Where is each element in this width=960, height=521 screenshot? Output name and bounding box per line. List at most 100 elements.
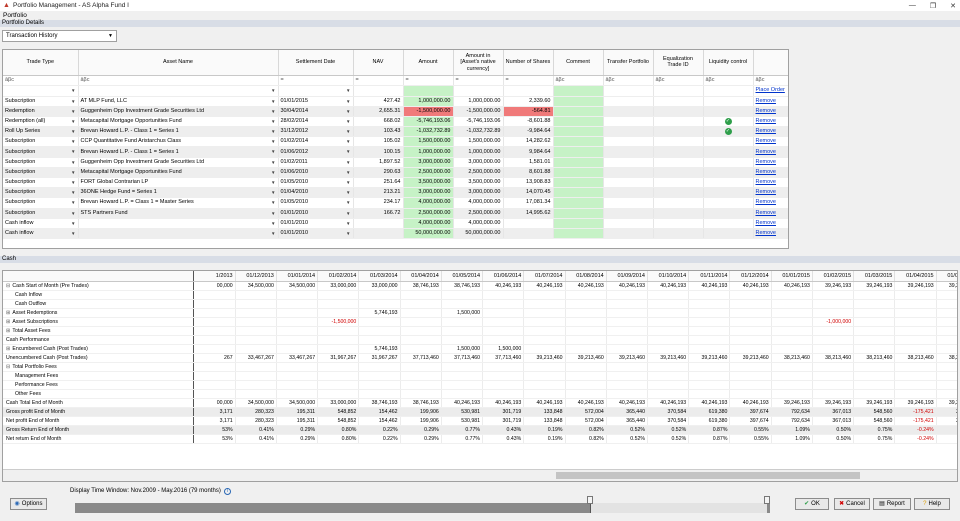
- trade-cell-asset[interactable]: Metacapital Mortgage Opportunities Fund ▼: [78, 167, 279, 179]
- trade-cell-amount[interactable]: 3,500,000.00: [403, 177, 454, 189]
- filter-cell[interactable]: āβc: [78, 75, 279, 86]
- expand-toggle-icon[interactable]: ⊟: [6, 283, 10, 289]
- column-header[interactable]: Equalization Trade ID: [653, 50, 704, 76]
- expand-toggle-icon[interactable]: ⊞: [6, 319, 10, 325]
- trade-cell-asset[interactable]: ▼: [78, 228, 279, 240]
- trade-row[interactable]: Cash inflow ▼ ▼ 01/01/2010 ▼ 4,000,000.00 4,00…: [3, 218, 788, 229]
- slider-start-handle[interactable]: [586, 496, 593, 504]
- cash-horizontal-scrollbar[interactable]: [3, 469, 957, 481]
- trade-row[interactable]: Subscription ▼ STS Partners Fund ▼ 01/01/201…: [3, 208, 788, 219]
- trade-cell-native[interactable]: -5,746,193.06: [453, 116, 504, 128]
- new-trade-cell[interactable]: [553, 85, 604, 97]
- trade-cell-transfer[interactable]: [603, 167, 654, 179]
- trade-cell-asset[interactable]: CCP Quantitative Fund Aristarchus Class ▼: [78, 136, 279, 148]
- column-header[interactable]: Amount in [Asset's native currency]: [453, 50, 504, 76]
- trade-cell-native[interactable]: 2,500,000.00: [453, 167, 504, 179]
- new-trade-cell[interactable]: [503, 85, 554, 97]
- filter-cell[interactable]: āβc: [603, 75, 654, 86]
- column-header[interactable]: Asset Name: [78, 50, 279, 76]
- trade-row[interactable]: Subscription ▼ Brevan Howard L.P. = Class …: [3, 197, 788, 209]
- trade-cell-transfer[interactable]: [603, 187, 654, 199]
- trade-row[interactable]: Redemption ▼ Guggenheim Opp Investment Gra…: [3, 106, 788, 117]
- minimize-button[interactable]: —: [909, 2, 916, 9]
- trade-cell-nav[interactable]: 1,897.52: [353, 157, 404, 168]
- trade-cell-transfer[interactable]: [603, 157, 654, 168]
- trade-cell-nav[interactable]: 234.17: [353, 197, 404, 209]
- place-order-link[interactable]: Place Order: [756, 87, 785, 93]
- trade-cell-native[interactable]: 4,000,000.00: [453, 218, 504, 229]
- trade-cell-native[interactable]: 3,000,000.00: [453, 187, 504, 199]
- trade-cell-native[interactable]: -1,032,732.89: [453, 126, 504, 138]
- remove-link[interactable]: Remove: [756, 108, 776, 114]
- trade-cell-amount[interactable]: 1,500,000.00: [403, 136, 454, 148]
- filter-cell[interactable]: āβc: [3, 75, 79, 86]
- trade-cell-type[interactable]: Roll Up Series ▼: [3, 126, 79, 138]
- trade-cell-asset[interactable]: 36ONE Hedge Fund = Series 1 ▼: [78, 187, 279, 199]
- trade-cell-nav[interactable]: [353, 228, 404, 240]
- info-icon[interactable]: i: [224, 488, 231, 495]
- help-button[interactable]: ? Help: [914, 498, 950, 510]
- trade-cell-date[interactable]: 01/01/2015 ▼: [278, 96, 354, 107]
- trade-cell-comment[interactable]: [553, 177, 604, 189]
- scrollbar-thumb[interactable]: [556, 472, 860, 479]
- trade-cell-asset[interactable]: FORT Global Contrarian LP ▼: [78, 177, 279, 189]
- trade-cell-nav[interactable]: 166.72: [353, 208, 404, 219]
- expand-toggle-icon[interactable]: ⊟: [6, 364, 10, 370]
- trade-row[interactable]: Subscription ▼ CCP Quantitative Fund Arist…: [3, 136, 788, 148]
- trade-cell-date[interactable]: 01/02/2011 ▼: [278, 157, 354, 168]
- column-header[interactable]: Number of Shares: [503, 50, 554, 76]
- remove-link[interactable]: Remove: [756, 199, 776, 205]
- new-trade-cell[interactable]: [653, 85, 704, 97]
- trade-cell-nav[interactable]: 427.42: [353, 96, 404, 107]
- trade-cell-amount[interactable]: 50,000,000.00: [403, 228, 454, 240]
- trade-cell-shares[interactable]: 13,908.83: [503, 177, 554, 189]
- trade-cell-comment[interactable]: [553, 126, 604, 138]
- trade-cell-comment[interactable]: [553, 228, 604, 240]
- column-header[interactable]: Trade Type: [3, 50, 79, 76]
- filter-cell[interactable]: =: [503, 75, 554, 86]
- trade-cell-date[interactable]: 01/01/2010 ▼: [278, 218, 354, 229]
- trade-cell-comment[interactable]: [553, 157, 604, 168]
- ok-button[interactable]: ✔ OK: [795, 498, 829, 510]
- trade-cell-asset[interactable]: Metacapital Mortgage Opportunities Fund ▼: [78, 116, 279, 128]
- trade-cell-comment[interactable]: [553, 116, 604, 128]
- trade-cell-asset[interactable]: Guggenheim Opp Investment Grade Securiti…: [78, 157, 279, 168]
- trade-cell-date[interactable]: 01/01/2010 ▼: [278, 228, 354, 240]
- trade-cell-type[interactable]: Subscription ▼: [3, 208, 79, 219]
- trade-cell-type[interactable]: Subscription ▼: [3, 197, 79, 209]
- trade-cell-type[interactable]: Subscription ▼: [3, 187, 79, 199]
- trade-cell-transfer[interactable]: [603, 116, 654, 128]
- trade-cell-shares[interactable]: 14,070.45: [503, 187, 554, 199]
- trade-row[interactable]: Redemption (all) ▼ Metacapital Mortgage Op…: [3, 116, 788, 128]
- remove-link[interactable]: Remove: [756, 98, 776, 104]
- column-header[interactable]: NAV: [353, 50, 404, 76]
- remove-link[interactable]: Remove: [756, 118, 776, 124]
- new-trade-cell[interactable]: [603, 85, 654, 97]
- trade-cell-amount[interactable]: -5,746,193.06: [403, 116, 454, 128]
- trade-cell-date[interactable]: 01/06/2010 ▼: [278, 167, 354, 179]
- expand-toggle-icon[interactable]: ⊞: [6, 346, 10, 352]
- trade-cell-date[interactable]: 01/02/2014 ▼: [278, 136, 354, 148]
- trade-cell-type[interactable]: Redemption (all) ▼: [3, 116, 79, 128]
- trade-cell-type[interactable]: Subscription ▼: [3, 96, 79, 107]
- trade-cell-asset[interactable]: AT MLP Fund, LLC ▼: [78, 96, 279, 107]
- remove-link[interactable]: Remove: [756, 169, 776, 175]
- trade-cell-amount[interactable]: 3,000,000.00: [403, 187, 454, 199]
- trade-cell-equalization[interactable]: [653, 146, 704, 158]
- trade-cell-nav[interactable]: 251.64: [353, 177, 404, 189]
- trade-cell-comment[interactable]: [553, 197, 604, 209]
- new-trade-cell[interactable]: [353, 85, 404, 97]
- trade-cell-date[interactable]: 01/05/2010 ▼: [278, 197, 354, 209]
- expand-toggle-icon[interactable]: ⊞: [6, 328, 10, 334]
- trade-cell-comment[interactable]: [553, 167, 604, 179]
- trade-cell-equalization[interactable]: [653, 187, 704, 199]
- trade-cell-comment[interactable]: [553, 146, 604, 158]
- trade-cell-transfer[interactable]: [603, 177, 654, 189]
- remove-link[interactable]: Remove: [756, 220, 776, 226]
- trade-cell-shares[interactable]: 9,984.64: [503, 146, 554, 158]
- trade-cell-native[interactable]: 3,000,000.00: [453, 157, 504, 168]
- column-header[interactable]: Transfer Portfolio: [603, 50, 654, 76]
- trade-cell-transfer[interactable]: [603, 96, 654, 107]
- trade-cell-native[interactable]: 4,000,000.00: [453, 197, 504, 209]
- remove-link[interactable]: Remove: [756, 230, 776, 236]
